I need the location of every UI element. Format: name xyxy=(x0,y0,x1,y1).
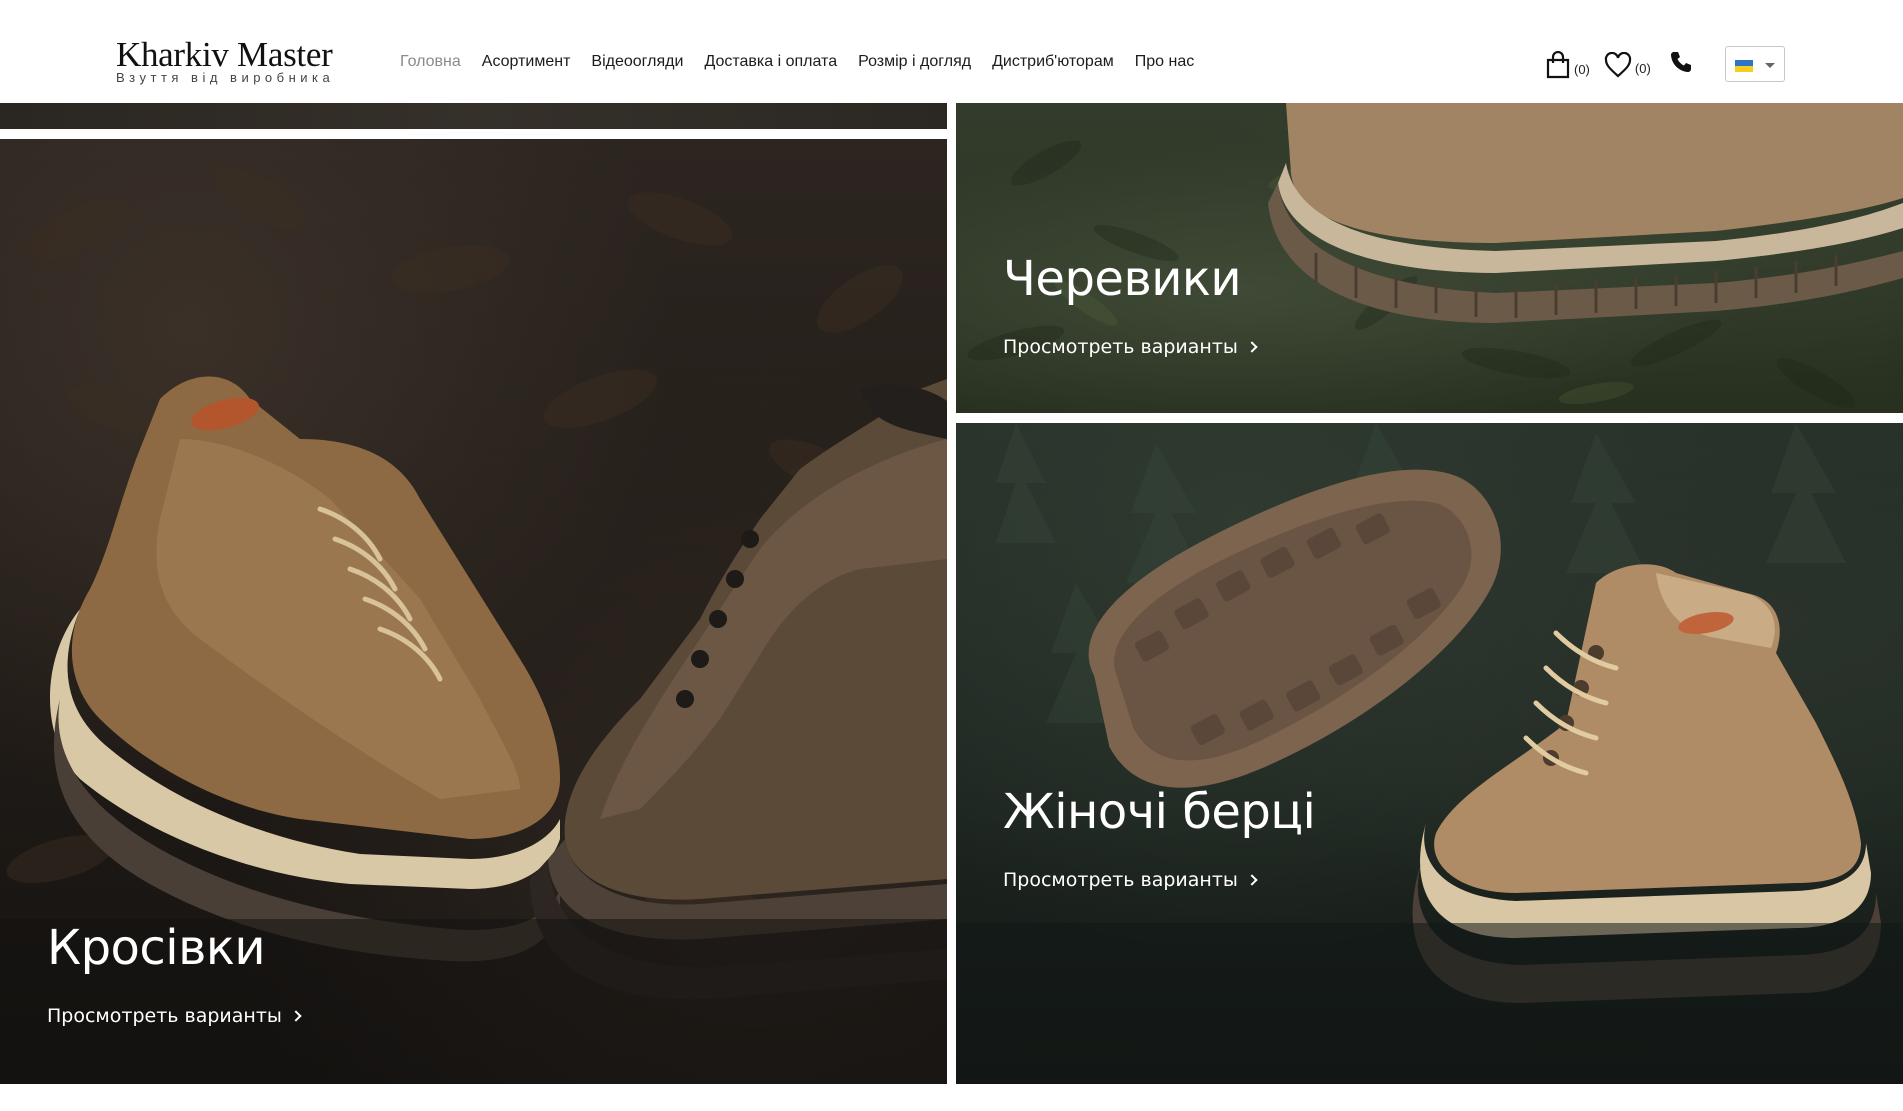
tile-link-label: Просмотреть варианты xyxy=(1003,869,1238,891)
chevron-right-icon xyxy=(1246,874,1258,886)
cart-count: (0) xyxy=(1574,62,1590,77)
nav-item-video-reviews[interactable]: Відеоогляди xyxy=(591,53,683,71)
header-actions: (0) (0) xyxy=(1545,46,1693,84)
category-tile-women-boots[interactable]: Жіночі берці Просмотреть варианты xyxy=(956,423,1903,1084)
category-tile-previous[interactable] xyxy=(0,103,947,129)
phone-button[interactable] xyxy=(1669,50,1693,74)
chevron-right-icon xyxy=(1246,341,1258,353)
tile-link-label: Просмотреть варианты xyxy=(47,1005,282,1027)
tile-link-women-boots[interactable]: Просмотреть варианты xyxy=(1003,869,1258,891)
nav-item-home[interactable]: Головна xyxy=(400,53,461,71)
chevron-down-icon xyxy=(1765,63,1775,68)
ukraine-flag-icon xyxy=(1735,60,1753,72)
nav-item-assortment[interactable]: Асортимент xyxy=(482,53,571,71)
nav-item-size-care[interactable]: Розмір і догляд xyxy=(858,53,971,71)
tile-link-sneakers[interactable]: Просмотреть варианты xyxy=(47,1005,302,1027)
logo-subtitle: Взуття від виробника xyxy=(116,70,335,85)
nav-item-distributors[interactable]: Дистриб'юторам xyxy=(992,53,1114,71)
nav-item-about[interactable]: Про нас xyxy=(1135,53,1194,71)
category-tile-boots[interactable]: Черевики Просмотреть варианты xyxy=(956,103,1903,413)
tile-title-women-boots: Жіночі берці xyxy=(1003,784,1316,840)
cart-button[interactable]: (0) xyxy=(1545,51,1590,79)
cart-icon xyxy=(1545,51,1571,79)
category-tile-sneakers[interactable]: Кросівки Просмотреть варианты xyxy=(0,139,947,1084)
main-nav: Головна Асортимент Відеоогляди Доставка … xyxy=(400,53,1194,71)
heart-icon xyxy=(1604,52,1632,78)
women-boots-image xyxy=(956,423,1903,1084)
tile-link-label: Просмотреть варианты xyxy=(1003,336,1238,358)
nav-item-delivery[interactable]: Доставка і оплата xyxy=(704,53,837,71)
site-header: Kharkiv Master Взуття від виробника Голо… xyxy=(0,0,1903,103)
wishlist-count: (0) xyxy=(1634,61,1651,76)
chevron-right-icon xyxy=(290,1010,302,1022)
logo[interactable]: Kharkiv Master Взуття від виробника xyxy=(116,35,356,86)
tile-link-boots[interactable]: Просмотреть варианты xyxy=(1003,336,1258,358)
tile-title-boots: Черевики xyxy=(1003,251,1242,307)
wishlist-button[interactable]: (0) xyxy=(1604,52,1651,78)
tile-title-sneakers: Кросівки xyxy=(47,920,266,976)
logo-title: Kharkiv Master xyxy=(116,35,333,74)
phone-icon xyxy=(1669,50,1693,74)
language-select[interactable] xyxy=(1725,46,1785,82)
